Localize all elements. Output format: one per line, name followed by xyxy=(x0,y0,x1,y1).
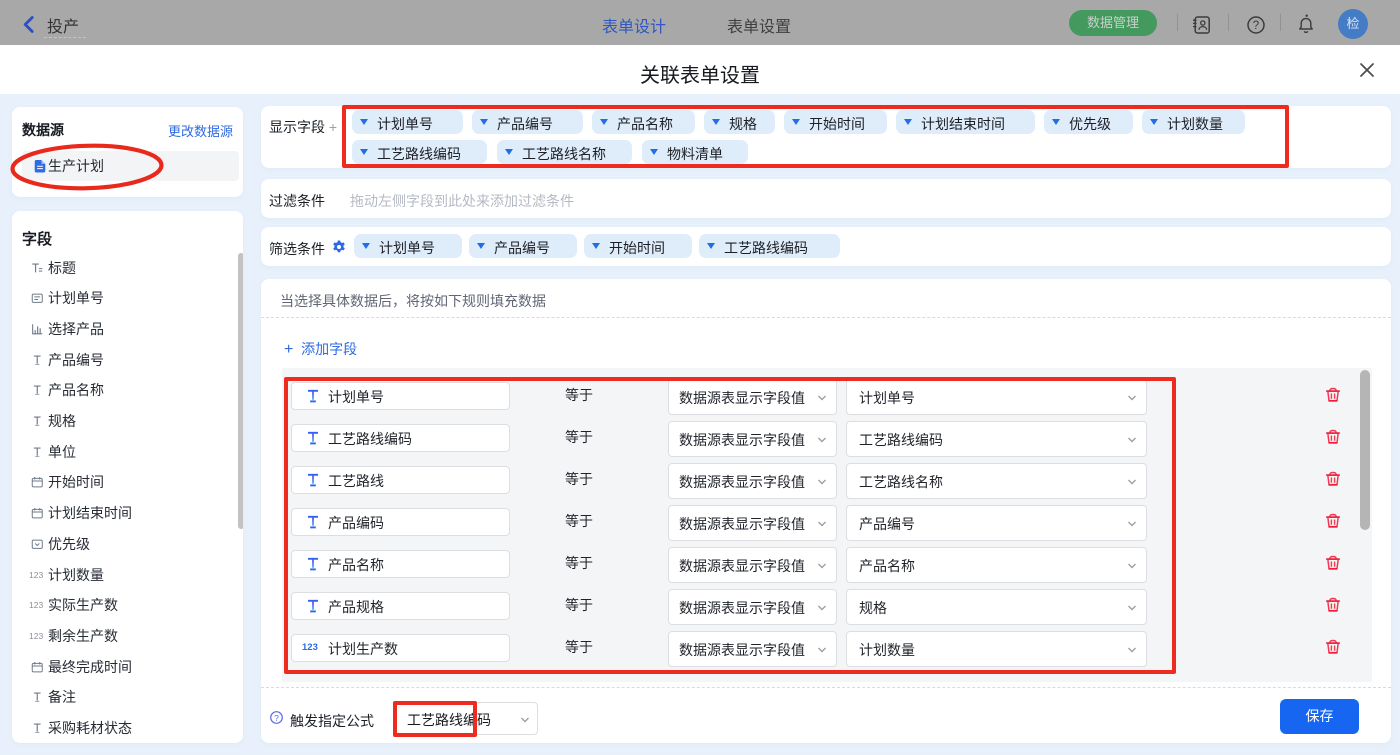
svg-text:?: ? xyxy=(1253,20,1259,32)
svg-text:?: ? xyxy=(274,713,279,723)
